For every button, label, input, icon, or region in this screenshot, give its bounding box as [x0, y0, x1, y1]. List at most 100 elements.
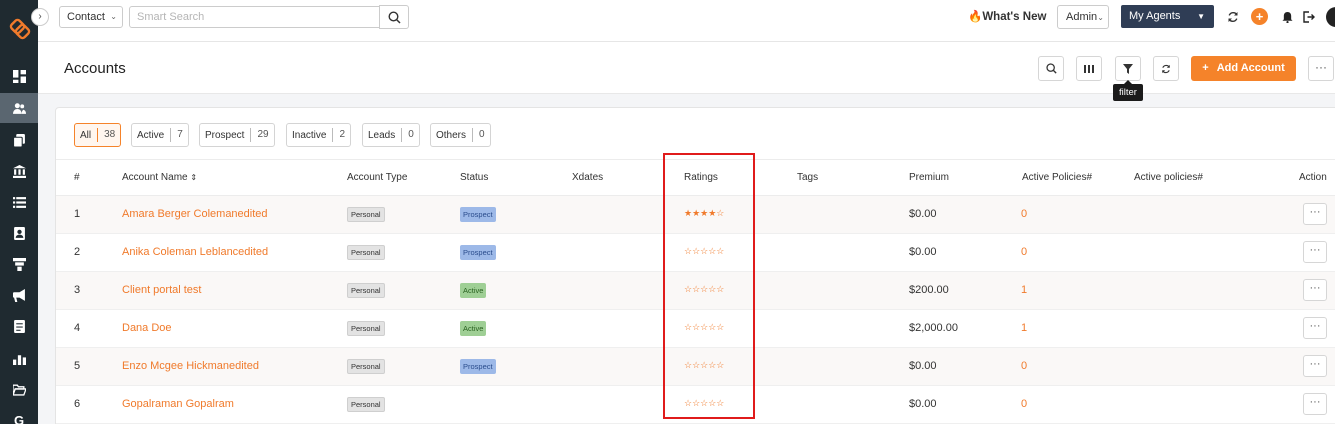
column-header-account-name[interactable]: Account Name ⇕: [122, 172, 197, 183]
row-action-button[interactable]: ···: [1303, 203, 1327, 225]
sidebar-item-lists[interactable]: [0, 187, 38, 217]
filter-chip-count: 38: [97, 128, 115, 142]
star-rating[interactable]: ☆☆☆☆☆: [684, 360, 724, 371]
account-type-badge: Personal: [347, 245, 385, 260]
star-rating[interactable]: ☆☆☆☆☆: [684, 246, 724, 257]
sidebar-item-pipeline[interactable]: [0, 249, 38, 279]
account-name-link[interactable]: Client portal test: [122, 284, 201, 296]
sidebar-item-carriers[interactable]: [0, 156, 38, 186]
smart-search-input[interactable]: [129, 6, 380, 28]
filter-chip-count: 0: [401, 128, 414, 142]
more-options-button[interactable]: ···: [1308, 56, 1334, 81]
plus-icon: +: [1255, 9, 1264, 24]
whats-new-label: What's New: [982, 11, 1047, 23]
filter-chip-active[interactable]: Active 7: [131, 123, 189, 147]
filter-chip-prospect[interactable]: Prospect 29: [199, 123, 275, 147]
table-row: 6 Gopalraman Gopalram Personal ☆☆☆☆☆ $0.…: [56, 386, 1335, 424]
refresh-button[interactable]: [1225, 9, 1241, 25]
account-type-badge: Personal: [347, 321, 385, 336]
sidebar-item-contacts[interactable]: [0, 218, 38, 248]
sidebar-item-campaigns[interactable]: [0, 280, 38, 310]
filter-chip-count: 7: [170, 128, 183, 142]
row-action-button[interactable]: ···: [1303, 279, 1327, 301]
active-policies-link[interactable]: 1: [1021, 284, 1027, 296]
search-button[interactable]: [379, 5, 409, 29]
account-name-link[interactable]: Amara Berger Colemanedited: [122, 208, 268, 220]
sidebar-item-files[interactable]: [0, 374, 38, 404]
filter-chip-label: Leads: [368, 129, 396, 141]
filter-chip-all[interactable]: All 38: [74, 123, 122, 147]
table-row: 5 Enzo Mcgee Hickmanedited Personal Pros…: [56, 348, 1335, 386]
active-policies-link[interactable]: 0: [1021, 208, 1027, 220]
sidebar-item-dashboard[interactable]: [0, 61, 38, 91]
column-header-action: Action: [1299, 172, 1327, 183]
chevron-right-icon: ›: [38, 11, 42, 22]
account-type-badge: Personal: [347, 397, 385, 412]
filter-chip-others[interactable]: Others 0: [430, 123, 491, 147]
star-rating[interactable]: ★★★★☆: [684, 208, 724, 219]
list-icon: [12, 196, 26, 208]
account-name-link[interactable]: Gopalraman Gopalram: [122, 398, 234, 410]
document-icon: [13, 319, 25, 333]
search-scope-select[interactable]: Contact ⌄: [59, 6, 123, 28]
filter-chip-label: All: [80, 129, 92, 141]
sidebar-item-analytics[interactable]: [0, 343, 38, 373]
row-number: 5: [74, 360, 81, 372]
search-icon: [387, 10, 401, 24]
filter-chip-label: Prospect: [205, 129, 245, 141]
star-rating[interactable]: ☆☆☆☆☆: [684, 398, 724, 409]
row-number: 1: [74, 208, 81, 220]
row-number: 6: [74, 398, 81, 410]
star-rating[interactable]: ☆☆☆☆☆: [684, 322, 724, 333]
row-action-button[interactable]: ···: [1303, 241, 1327, 263]
filter-chip-label: Others: [436, 129, 467, 141]
filter-chip-count: 29: [250, 128, 269, 142]
sidebar-item-g[interactable]: G: [0, 405, 38, 424]
bar-chart-icon: [12, 354, 26, 365]
active-policies-link[interactable]: 0: [1021, 246, 1027, 258]
chevron-down-icon: ⌄: [1097, 13, 1104, 22]
sidebar-item-documents[interactable]: [0, 125, 38, 155]
quick-add-button[interactable]: +: [1251, 8, 1268, 25]
account-name-link[interactable]: Enzo Mcgee Hickmanedited: [122, 360, 259, 372]
filter-chip-count: 0: [472, 128, 485, 142]
active-policies-link[interactable]: 0: [1021, 398, 1027, 410]
row-action-button[interactable]: ···: [1303, 317, 1327, 339]
logout-button[interactable]: [1301, 9, 1317, 25]
status-badge: Active: [460, 283, 487, 298]
filter-chip-count: 2: [332, 128, 345, 142]
top-bar: Contact ⌄ 🔥What's New Admin⌄ My Agents ▼…: [38, 0, 1335, 42]
filter-button[interactable]: [1115, 56, 1141, 81]
page-header: Accounts filter + Add Account ···: [38, 42, 1335, 101]
premium-value: $0.00: [909, 398, 937, 410]
columns-button[interactable]: [1076, 56, 1102, 81]
column-header-status: Status: [460, 172, 489, 183]
premium-value: $200.00: [909, 284, 949, 296]
filter-chip-inactive[interactable]: Inactive 2: [286, 123, 352, 147]
search-accounts-button[interactable]: [1038, 56, 1064, 81]
notifications-button[interactable]: [1279, 9, 1295, 25]
account-name-link[interactable]: Anika Coleman Leblancedited: [122, 246, 268, 258]
whats-new-link[interactable]: 🔥What's New: [968, 9, 1046, 23]
active-policies-link[interactable]: 1: [1021, 322, 1027, 334]
logout-icon: [1303, 11, 1315, 23]
sidebar-item-reports[interactable]: [0, 311, 38, 341]
star-rating[interactable]: ☆☆☆☆☆: [684, 284, 724, 295]
refresh-list-button[interactable]: [1153, 56, 1179, 81]
admin-select[interactable]: Admin⌄: [1057, 5, 1109, 29]
account-name-link[interactable]: Dana Doe: [122, 322, 172, 334]
row-action-button[interactable]: ···: [1303, 393, 1327, 415]
row-action-button[interactable]: ···: [1303, 355, 1327, 377]
admin-select-value: Admin: [1066, 11, 1098, 23]
filter-icon: [1123, 63, 1133, 74]
sidebar-expand-toggle[interactable]: ›: [31, 8, 49, 26]
account-type-badge: Personal: [347, 207, 385, 222]
bell-icon: [1281, 11, 1293, 23]
page-title: Accounts: [64, 60, 126, 77]
folder-open-icon: [12, 384, 26, 396]
sidebar-item-accounts[interactable]: [0, 93, 38, 123]
filter-chip-leads[interactable]: Leads 0: [362, 123, 420, 147]
add-account-button[interactable]: + Add Account: [1191, 56, 1296, 81]
my-agents-select[interactable]: My Agents ▼: [1121, 5, 1214, 28]
active-policies-link[interactable]: 0: [1021, 360, 1027, 372]
